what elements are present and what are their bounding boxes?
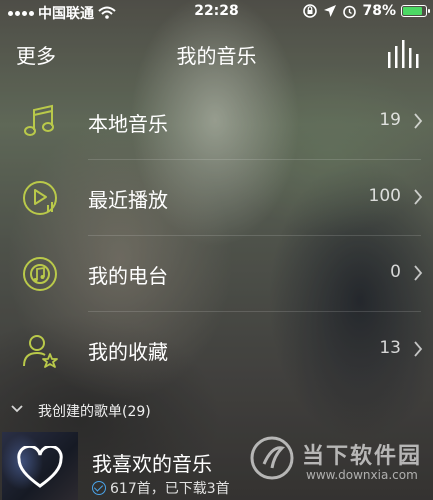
menu-count: 100	[368, 186, 401, 206]
battery-percent: 78%	[362, 3, 396, 19]
battery-icon	[401, 5, 430, 17]
rotation-lock-icon	[303, 4, 318, 18]
menu-count: 13	[379, 338, 401, 358]
playlist-subtitle-row: 617首，已下载3首	[92, 478, 230, 498]
chevron-down-icon	[11, 405, 23, 413]
alarm-clock-icon	[343, 5, 357, 18]
battery-fill	[403, 7, 422, 15]
menu-label: 我的电台	[88, 264, 168, 288]
playlist-title: 我喜欢的音乐	[92, 452, 212, 476]
location-arrow-icon	[324, 5, 337, 17]
menu-item-my-radio[interactable]: 我的电台 0	[0, 236, 433, 312]
menu-item-my-favorites[interactable]: 我的收藏 13	[0, 312, 433, 388]
menu-label: 本地音乐	[88, 112, 168, 136]
recent-play-icon	[23, 181, 57, 215]
chevron-right-icon	[414, 265, 423, 281]
menu-item-recent-play[interactable]: 最近播放 100	[0, 160, 433, 236]
watermark-url: www.downxia.com	[306, 468, 418, 482]
nav-bar: 更多 我的音乐	[0, 32, 433, 74]
status-bar: 中国联通 22:28 78%	[0, 0, 433, 24]
menu-label: 我的收藏	[88, 340, 168, 364]
playlist-subtitle: 617首，已下载3首	[110, 481, 230, 497]
created-playlists-header[interactable]: 我创建的歌单(29)	[0, 396, 433, 424]
chevron-right-icon	[414, 113, 423, 129]
status-right-group: 78%	[302, 3, 430, 19]
heart-icon	[17, 446, 63, 488]
menu-count: 0	[390, 262, 401, 282]
menu-label: 最近播放	[88, 188, 168, 212]
watermark: 当下软件园 www.downxia.com	[250, 434, 430, 498]
watermark-name: 当下软件园	[302, 444, 423, 469]
radio-icon	[23, 257, 57, 291]
playlist-cover	[2, 432, 78, 500]
menu-item-local-music[interactable]: 本地音乐 19	[0, 84, 433, 160]
equalizer-bars-icon	[388, 40, 419, 68]
menu-count: 19	[379, 110, 401, 130]
watermark-logo-icon	[250, 436, 294, 480]
chevron-right-icon	[414, 341, 423, 357]
downloaded-check-icon	[92, 481, 106, 495]
section-label: 我创建的歌单(29)	[38, 404, 151, 420]
favorite-user-icon	[23, 335, 58, 368]
music-note-icon	[24, 104, 54, 136]
chevron-right-icon	[414, 189, 423, 205]
equalizer-bars-button[interactable]	[387, 38, 419, 72]
page-title: 我的音乐	[176, 44, 257, 68]
